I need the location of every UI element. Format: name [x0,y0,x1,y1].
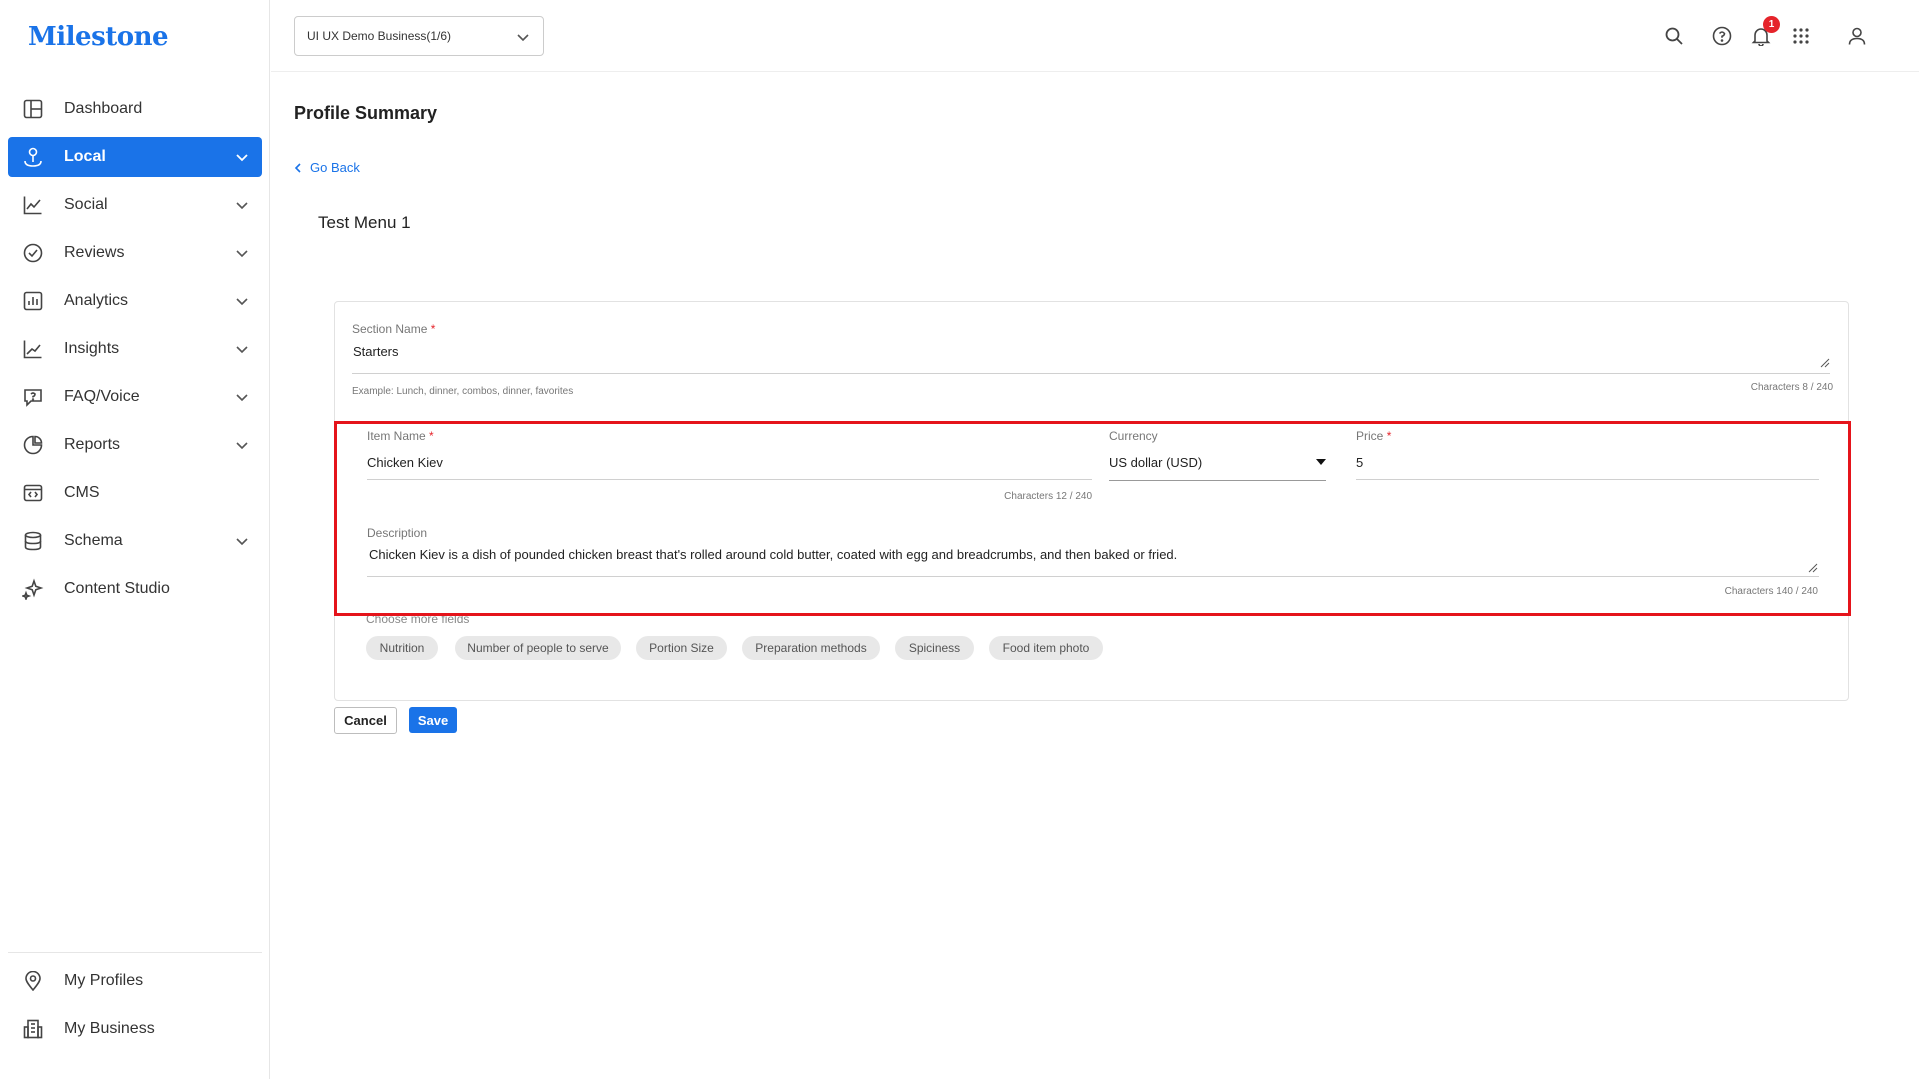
sidebar-item-label: Schema [64,532,123,549]
resize-handle-icon[interactable] [1820,358,1830,368]
sidebar-item-label: Analytics [64,292,129,309]
sidebar-item-label: Local [64,148,106,165]
dashboard-icon [22,98,44,120]
sidebar-item-label: My Profiles [64,972,144,989]
sidebar-item-my-business[interactable]: My Business [8,1009,262,1049]
business-selector-value: UI UX Demo Business(1/6) [307,29,452,43]
section-name-hint: Example: Lunch, dinner, combos, dinner, … [352,386,574,397]
analytics-bar-icon [22,290,44,312]
chevron-down-icon [236,154,248,162]
sidebar-item-dashboard[interactable]: Dashboard [8,89,262,129]
go-back-label: Go Back [310,160,360,175]
chevron-down-icon [236,394,248,402]
chevron-down-icon [236,442,248,450]
chevron-left-icon [294,162,301,173]
milestone-logo[interactable]: Milestone [28,22,169,52]
social-chart-icon [22,194,44,216]
sidebar-item-my-profiles[interactable]: My Profiles [8,961,262,1001]
sidebar-item-label: My Business [64,1020,155,1037]
sidebar-item-faq-voice[interactable]: FAQ/Voice [8,377,262,417]
chevron-down-icon [517,34,529,42]
notification-badge: 1 [1763,16,1780,33]
sidebar-item-reports[interactable]: Reports [8,425,262,465]
local-pin-icon [22,146,44,168]
reports-pie-icon [22,434,44,456]
sidebar-item-label: Content Studio [64,580,170,597]
highlight-box [334,421,1851,616]
reviews-check-icon [22,242,44,264]
sidebar-item-analytics[interactable]: Analytics [8,281,262,321]
sidebar-item-label: CMS [64,484,100,501]
sidebar-item-label: Social [64,196,108,213]
sidebar-item-schema[interactable]: Schema [8,521,262,561]
cancel-button[interactable]: Cancel [334,707,397,734]
go-back-link[interactable]: Go Back [294,160,360,175]
chevron-down-icon [236,250,248,258]
sidebar-item-content-studio[interactable]: Content Studio [8,569,262,609]
menu-title: Test Menu 1 [318,213,411,232]
chip-food-item-photo[interactable]: Food item photo [989,636,1103,660]
sidebar-item-insights[interactable]: Insights [8,329,262,369]
sidebar-item-social[interactable]: Social [8,185,262,225]
page-title: Profile Summary [294,103,438,123]
building-icon [22,1018,44,1040]
chevron-down-icon [236,202,248,210]
sidebar-item-label: FAQ/Voice [64,388,140,405]
section-name-field[interactable]: Starters [353,344,1813,374]
chip-preparation-methods[interactable]: Preparation methods [742,636,880,660]
sidebar-item-cms[interactable]: CMS [8,473,262,513]
faq-question-icon [22,386,44,408]
apps-grid-icon[interactable] [1789,24,1813,48]
chevron-down-icon [236,346,248,354]
chevron-down-icon [236,538,248,546]
sidebar-item-label: Insights [64,340,120,357]
chip-nutrition[interactable]: Nutrition [366,636,438,660]
section-name-counter: Characters 8 / 240 [1750,382,1833,393]
cms-code-icon [22,482,44,504]
content-studio-sparkle-icon [22,578,44,600]
section-name-underline [352,373,1830,374]
sidebar-item-reviews[interactable]: Reviews [8,233,262,273]
section-name-label: Section Name * [352,322,436,336]
bell-icon[interactable]: 1 [1749,16,1780,48]
user-icon[interactable] [1845,24,1869,48]
location-pin-icon [22,970,44,992]
sidebar-bottom-nav: My Profiles My Business [8,952,262,1057]
business-selector[interactable]: UI UX Demo Business(1/6) [294,16,544,56]
sidebar-item-local[interactable]: Local [8,137,262,177]
sidebar-item-label: Reports [64,436,121,453]
search-icon[interactable] [1662,24,1686,48]
chip-number-of-people[interactable]: Number of people to serve [455,636,621,660]
sidebar-item-label: Dashboard [64,100,143,117]
insights-line-icon [22,338,44,360]
sidebar-item-label: Reviews [64,244,125,261]
app-root: Milestone Dashboard Local Social Reviews… [0,0,1919,1079]
top-bar: UI UX Demo Business(1/6) 1 [271,0,1919,72]
sidebar-nav: Dashboard Local Social Reviews Analytics… [8,89,262,617]
help-icon[interactable] [1710,24,1734,48]
chip-portion-size[interactable]: Portion Size [636,636,727,660]
sidebar: Milestone Dashboard Local Social Reviews… [0,0,270,1079]
schema-database-icon [22,530,44,552]
save-button[interactable]: Save [409,707,457,733]
chevron-down-icon [236,298,248,306]
chip-spiciness[interactable]: Spiciness [895,636,974,660]
